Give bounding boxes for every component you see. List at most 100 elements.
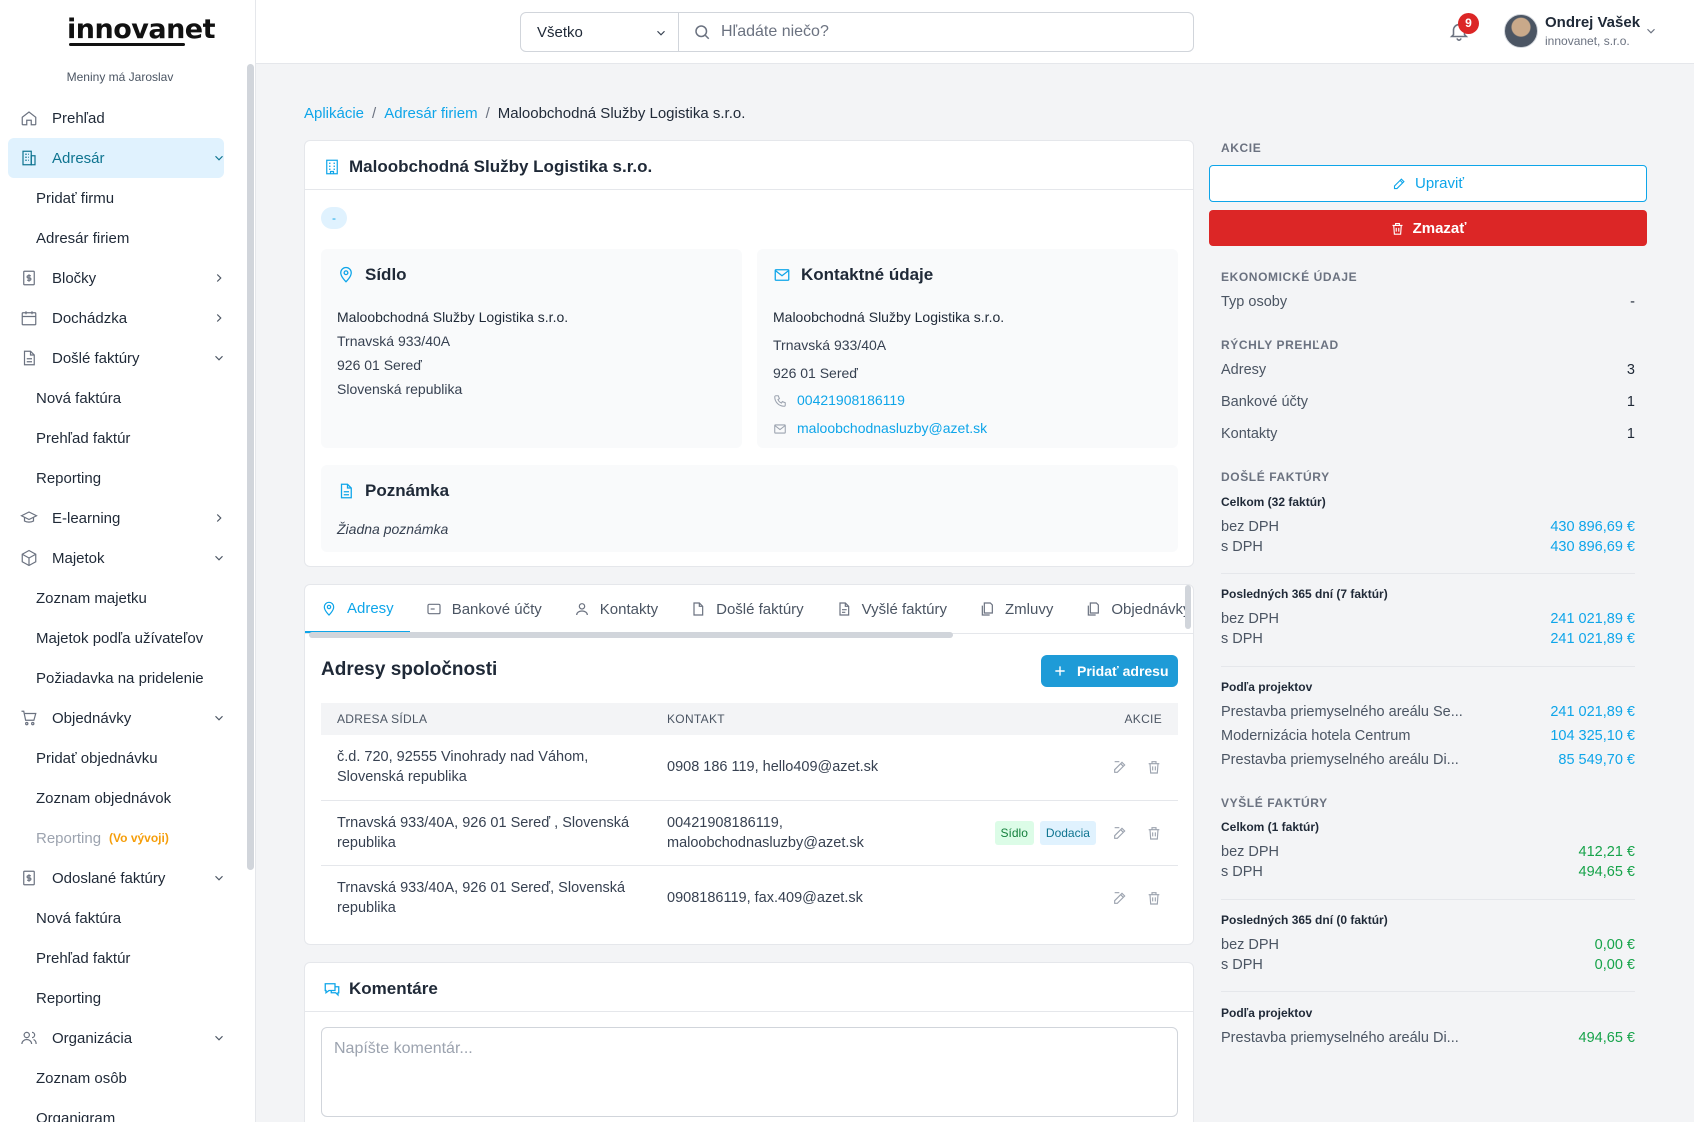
trash-icon[interactable] [1146, 759, 1162, 775]
sidebar-item-dosle-faktury[interactable]: Došlé faktúry [0, 338, 240, 378]
incoming-heading: DOŠLÉ FAKTÚRY [1221, 470, 1330, 484]
edit-icon[interactable] [1112, 890, 1128, 906]
seat-panel: Sídlo Maloobchodná Služby Logistika s.r.… [321, 249, 742, 448]
breadcrumb-link-adresar-firiem[interactable]: Adresár firiem [384, 105, 477, 122]
sidebar-item-majetok-podla-uzivatelov[interactable]: Majetok podľa užívateľov [0, 618, 240, 658]
tab-zmluvy[interactable]: Zmluvy [963, 585, 1069, 633]
economic-heading: EKONOMICKÉ ÚDAJE [1221, 270, 1358, 284]
user-name[interactable]: Ondrej Vašek [1545, 14, 1640, 31]
sidebar-item-blocky[interactable]: Bločky [0, 258, 240, 298]
sidebar-item-organizacia[interactable]: Organizácia [0, 1018, 240, 1058]
sidebar-item-reporting[interactable]: Reporting [0, 458, 240, 498]
sidebar-item-label: Organizácia [52, 1029, 133, 1047]
sidebar-item-label: Zoznam objednávok [36, 789, 172, 807]
add-address-button[interactable]: Pridať adresu [1041, 655, 1178, 687]
trash-icon[interactable] [1146, 825, 1162, 841]
tab-bankove-ucty[interactable]: Bankové účty [410, 585, 558, 633]
sidebar: innovanet Meniny má Jaroslav Prehľad Adr… [0, 0, 256, 1122]
edit-icon[interactable] [1112, 759, 1128, 775]
sidebar-item-label: Pridať firmu [36, 189, 115, 207]
sidebar-item-e-learning[interactable]: E-learning [0, 498, 240, 538]
search-input[interactable] [721, 23, 1141, 41]
chevron-down-icon[interactable] [1644, 24, 1658, 38]
documents-icon [1088, 602, 1100, 616]
sidebar-item-pridat-objednavku[interactable]: Pridať objednávku [0, 738, 240, 778]
sidebar-item-prehlad[interactable]: Prehľad [0, 98, 240, 138]
sidebar-item-poziadavka-na-pridelenie[interactable]: Požiadavka na pridelenie [0, 658, 240, 698]
sidebar-item-label: Reporting [36, 829, 102, 847]
seat-title: Sídlo [365, 265, 407, 284]
chat-icon [324, 983, 340, 997]
mail-icon [774, 269, 790, 281]
logo-underline [69, 43, 185, 46]
sidebar-item-zoznam-majetku[interactable]: Zoznam majetku [0, 578, 240, 618]
edit-icon[interactable] [1112, 825, 1128, 841]
tab-objednavky[interactable]: Objednávky [1069, 585, 1185, 633]
tabs-vertical-scrollbar[interactable] [1185, 585, 1191, 629]
delete-button[interactable]: Zmazať [1209, 210, 1647, 246]
sidebar-item-prehlad-faktur[interactable]: Prehľad faktúr [0, 418, 240, 458]
tab-kontakty[interactable]: Kontakty [558, 585, 674, 633]
divider [1221, 666, 1635, 667]
chevron-right-icon [216, 514, 222, 522]
logo[interactable]: innovanet [67, 14, 216, 45]
contact-line: 00421908186119, [667, 814, 783, 831]
address-line: č.d. 720, 92555 Vinohrady nad Váhom, [337, 749, 589, 766]
sidebar-item-reporting-dev[interactable]: Reporting (Vo vývoji) [0, 818, 240, 858]
trash-icon[interactable] [1146, 890, 1162, 906]
sidebar-item-nova-faktura[interactable]: Nová faktúra [0, 378, 240, 418]
sidebar-item-zoznam-objednavok[interactable]: Zoznam objednávok [0, 778, 240, 818]
seat-name: Maloobchodná Služby Logistika s.r.o. [337, 309, 569, 325]
tabs-horizontal-scrollbar[interactable] [309, 632, 953, 638]
graduation-cap-icon [20, 511, 38, 523]
tab-vysle-faktury[interactable]: Vyšlé faktúry [820, 585, 963, 633]
sidebar-item-nova-faktura-out[interactable]: Nová faktúra [0, 898, 240, 938]
map-pin-icon [323, 601, 335, 616]
sidebar-item-pridat-firmu[interactable]: Pridať firmu [0, 178, 240, 218]
search-scope-select[interactable]: Všetko [521, 13, 679, 51]
quick-value: 1 [1626, 426, 1635, 442]
tab-dosle-faktury[interactable]: Došlé faktúry [674, 585, 820, 633]
tab-label: Adresy [347, 599, 394, 617]
sidebar-item-label: Pridať objednávku [36, 749, 158, 767]
outgoing-recent-title: Posledných 365 dní (0 faktúr) [1221, 913, 1388, 927]
contact-phone-link[interactable]: 00421908186119 [773, 392, 905, 408]
sidebar-item-prehlad-faktur-out[interactable]: Prehľad faktúr [0, 938, 240, 978]
contact-email-link[interactable]: maloobchodnasluzby@azet.sk [773, 420, 987, 436]
breadcrumb: Aplikácie / Adresár firiem / Maloobchodná Sl… [304, 105, 745, 122]
comment-input[interactable] [334, 1040, 1165, 1104]
person-type-label: Typ osoby [1221, 294, 1288, 310]
address-cell: Trnavská 933/40A, 926 01 Sereď , Slovens… [321, 800, 651, 866]
tab-adresy[interactable]: Adresy [305, 585, 410, 633]
breadcrumb-link-aplikacie[interactable]: Aplikácie [304, 105, 364, 122]
gross-label: s DPH [1221, 957, 1263, 973]
building-icon [326, 159, 338, 175]
divider [1221, 573, 1635, 574]
project-value: 104 325,10 € [1550, 728, 1635, 744]
sidebar-item-organigram[interactable]: Organigram [0, 1098, 240, 1122]
sidebar-item-dochadzka[interactable]: Dochádzka [0, 298, 240, 338]
sidebar-item-adresar[interactable]: Adresár [8, 138, 224, 178]
address-line: Trnavská 933/40A, 926 01 Sereď, Slovensk… [337, 879, 626, 896]
avatar[interactable] [1504, 14, 1538, 48]
project-label: Modernizácia hotela Centrum [1221, 728, 1411, 744]
sidebar-scrollbar[interactable] [247, 64, 254, 870]
document-icon [340, 483, 352, 499]
address-cell: č.d. 720, 92555 Vinohrady nad Váhom, Slov… [321, 735, 651, 801]
users-icon [21, 1031, 37, 1045]
chevron-down-icon [215, 875, 223, 881]
sidebar-item-zoznam-osob[interactable]: Zoznam osôb [0, 1058, 240, 1098]
seat-city: 926 01 Sereď [337, 357, 422, 373]
sidebar-item-odoslane-faktury[interactable]: Odoslané faktúry [0, 858, 240, 898]
gross-label: s DPH [1221, 631, 1263, 647]
sidebar-item-label: Prehľad [52, 109, 105, 127]
column-header-contact: KONTAKT [651, 703, 932, 735]
sidebar-item-objednavky[interactable]: Objednávky [0, 698, 240, 738]
add-address-label: Pridať adresu [1077, 663, 1169, 679]
sidebar-item-reporting-out[interactable]: Reporting [0, 978, 240, 1018]
breadcrumb-separator: / [485, 105, 490, 122]
sidebar-item-adresar-firiem[interactable]: Adresár firiem [0, 218, 240, 258]
column-header-address: ADRESA SÍDLA [321, 703, 651, 735]
edit-button[interactable]: Upraviť [1209, 165, 1647, 202]
sidebar-item-majetok[interactable]: Majetok [0, 538, 240, 578]
